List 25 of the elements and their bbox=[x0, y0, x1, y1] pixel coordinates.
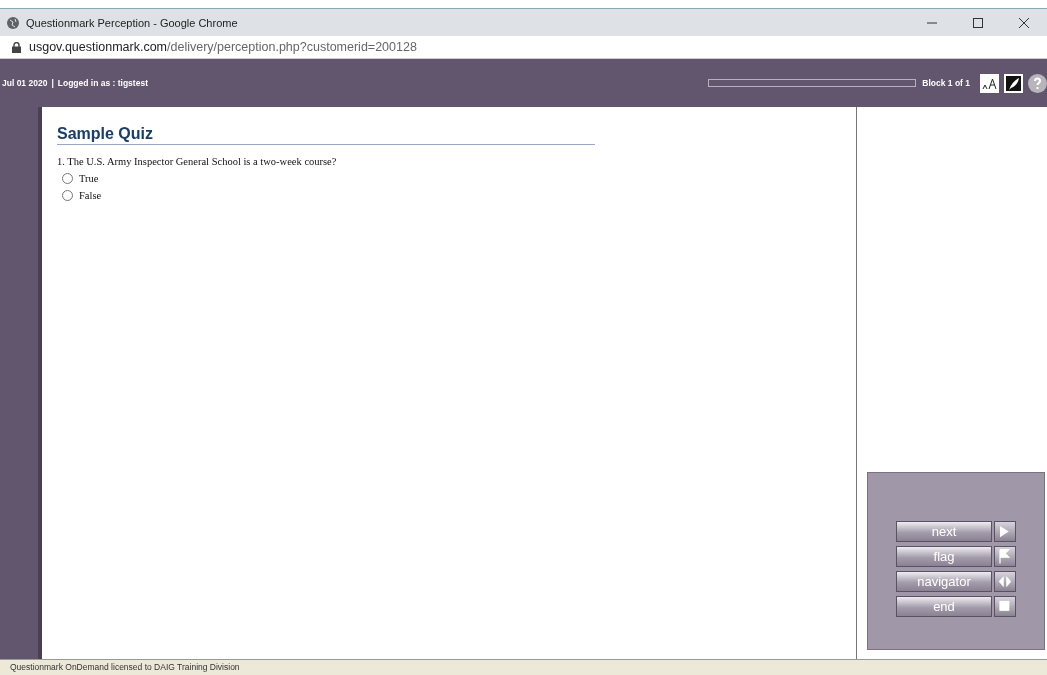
separator-text: | bbox=[51, 78, 54, 88]
flag-button[interactable]: flag bbox=[896, 546, 992, 567]
text-size-icon[interactable] bbox=[980, 73, 999, 93]
flag-icon[interactable] bbox=[994, 546, 1016, 567]
login-text: Logged in as : tigstest bbox=[57, 78, 148, 88]
navigator-icon[interactable] bbox=[994, 571, 1016, 592]
next-icon[interactable] bbox=[994, 521, 1016, 542]
navigator-button[interactable]: navigator bbox=[896, 571, 992, 592]
window-title: Questionmark Perception - Google Chrome bbox=[26, 16, 239, 29]
url-text[interactable]: usgov.questionmark.com/delivery/perception.php?customerid=200128 bbox=[29, 40, 417, 54]
help-icon[interactable] bbox=[1028, 73, 1047, 93]
answer-option[interactable]: True bbox=[62, 173, 99, 184]
radio-button[interactable] bbox=[62, 190, 73, 201]
next-button[interactable]: next bbox=[896, 521, 992, 542]
end-icon[interactable] bbox=[994, 596, 1016, 617]
contrast-icon[interactable] bbox=[1004, 73, 1023, 93]
question-text: 1. The U.S. Army Inspector General School is a two-week course? bbox=[57, 156, 338, 167]
date-text: Jul 01 2020 bbox=[2, 78, 48, 88]
radio-button[interactable] bbox=[62, 173, 73, 184]
answer-option[interactable]: False bbox=[62, 190, 102, 201]
lock-icon bbox=[12, 41, 21, 53]
block-counter: Block 1 of 1 bbox=[922, 78, 970, 88]
end-button[interactable]: end bbox=[896, 596, 992, 617]
license-text: Questionmark OnDemand licensed to DAIG Training Division bbox=[10, 662, 240, 672]
quiz-title: Sample Quiz bbox=[57, 125, 595, 145]
